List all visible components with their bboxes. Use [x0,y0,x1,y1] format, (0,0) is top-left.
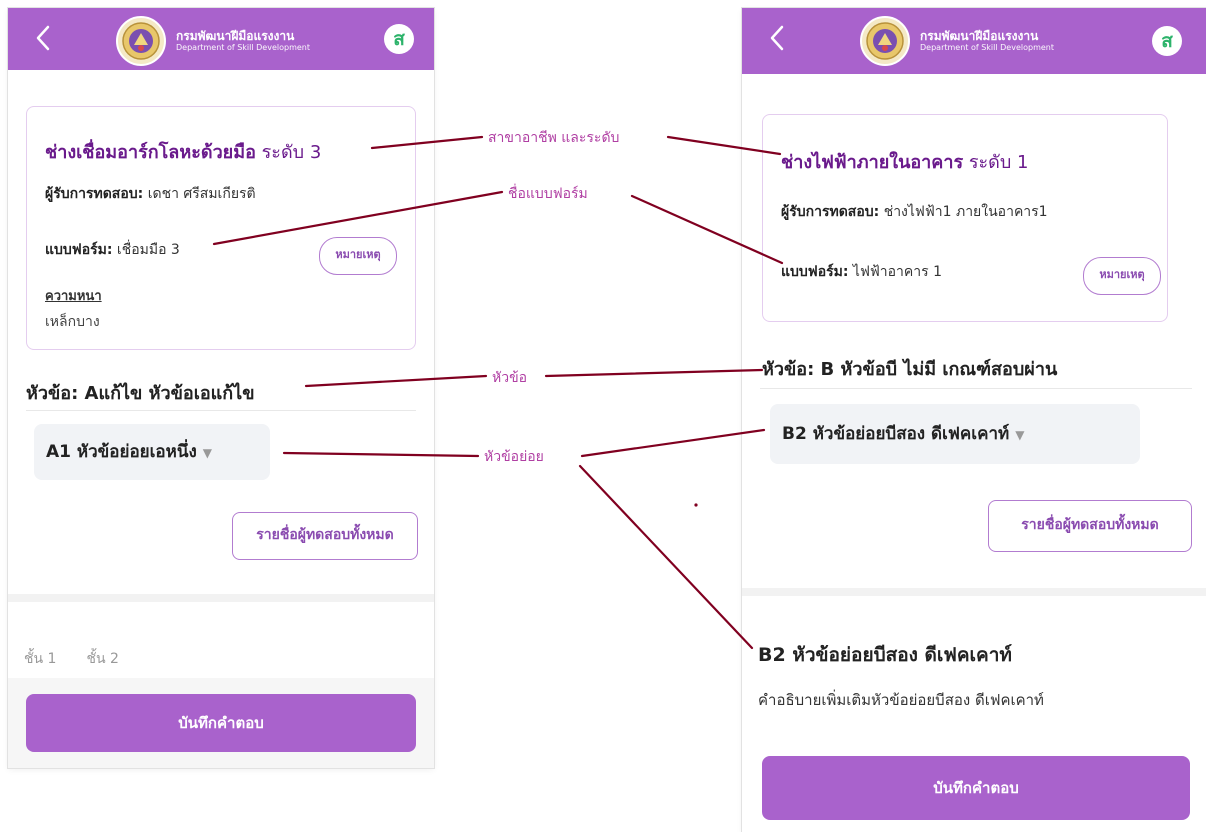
section-divider [742,588,1206,596]
annotation-subtopic: หัวข้อย่อย [480,446,548,468]
subtopic-dropdown[interactable]: B2 หัวข้อย่อยบีสอง ดีเฟคเคาท์ ▼ [770,404,1140,464]
save-answer-button[interactable]: บันทึกคำตอบ [26,694,416,752]
org-name-thai: กรมพัฒนาฝีมือแรงงาน [920,28,1039,43]
floor-tabs: ชั้น 1 ชั้น 2 [24,648,149,670]
examinee-label: ผู้รับการทดสอบ: [781,204,880,220]
subtopic-selected-value: B2 หัวข้อย่อยบีสอง ดีเฟคเคาท์ [782,424,1010,444]
remark-button[interactable]: หมายเหตุ [1083,257,1161,295]
examinee-value: เดชา ศรีสมเกียรติ [147,186,256,202]
app-bar: กรมพัฒนาฝีมือแรงงาน Department of Skill … [742,8,1206,74]
stray-dot [694,503,698,507]
subtopic-selected-value: A1 หัวข้อย่อยเอหนึ่ง [46,442,197,462]
back-arrow-icon[interactable] [32,24,56,52]
occupation-level: ระดับ 3 [261,142,322,163]
topic-heading: หัวข้อ: B หัวข้อบี ไม่มี เกณฑ์สอบผ่าน [762,359,1058,380]
divider [26,410,416,411]
department-seal-logo [860,16,910,66]
caret-down-icon: ▼ [202,446,213,460]
annotation-topic: หัวข้อ [488,367,532,389]
occupation-title: ช่างเชื่อมอาร์กโลหะด้วยมือ ระดับ 3 [45,137,321,166]
org-name-english: Department of Skill Development [920,43,1054,53]
subtopic-detail-title: B2 หัวข้อย่อยบีสอง ดีเฟคเคาท์ [758,644,1012,666]
annotation-occupation-level: สาขาอาชีพ และระดับ [484,127,624,149]
form-row: แบบฟอร์ม: ไฟฟ้าอาคาร 1 [781,261,942,283]
examinee-value: ช่างไฟฟ้า1 ภายในอาคาร1 [883,204,1048,220]
exam-info-card: ช่างไฟฟ้าภายในอาคาร ระดับ 1 ผู้รับการทดส… [762,114,1168,322]
thickness-label: ความหนา [45,289,102,304]
all-examinees-button[interactable]: รายชื่อผู้ทดสอบทั้งหมด [232,512,418,560]
occupation-title: ช่างไฟฟ้าภายในอาคาร ระดับ 1 [781,147,1028,176]
subtopic-dropdown[interactable]: A1 หัวข้อย่อยเอหนึ่ง ▼ [34,424,270,480]
form-label: แบบฟอร์ม: [781,264,849,280]
divider [760,388,1192,389]
subtopic-detail-description: คำอธิบายเพิ่มเติมหัวข้อย่อยบีสอง ดีเฟคเค… [758,691,1044,709]
back-arrow-icon[interactable] [766,24,790,52]
occupation-name: ช่างเชื่อมอาร์กโลหะด้วยมือ [45,142,256,163]
remark-button[interactable]: หมายเหตุ [319,237,397,275]
examinee-row: ผู้รับการทดสอบ: เดชา ศรีสมเกียรติ [45,183,256,205]
user-avatar[interactable]: ส [1152,26,1182,56]
connector-topic-right [544,368,764,378]
occupation-level: ระดับ 1 [968,152,1029,173]
exam-info-card: ช่างเชื่อมอาร์กโลหะด้วยมือ ระดับ 3 ผู้รั… [26,106,416,350]
occupation-name: ช่างไฟฟ้าภายในอาคาร [781,152,964,173]
left-phone-screen: กรมพัฒนาฝีมือแรงงาน Department of Skill … [8,8,434,768]
form-row: แบบฟอร์ม: เชื่อมมือ 3 [45,239,180,261]
org-name-english: Department of Skill Development [176,43,310,53]
topic-heading: หัวข้อ: Aแก้ไข หัวข้อเอแก้ไข [26,383,255,404]
form-label: แบบฟอร์ม: [45,242,113,258]
org-name-thai: กรมพัฒนาฝีมือแรงงาน [176,28,295,43]
tab-floor-2[interactable]: ชั้น 2 [86,651,118,667]
tab-floor-1[interactable]: ชั้น 1 [24,651,56,667]
section-divider [8,594,434,602]
annotation-form-name: ชื่อแบบฟอร์ม [504,183,592,205]
department-seal-logo [116,16,166,66]
form-value: เชื่อมมือ 3 [116,242,180,258]
thickness-value: เหล็กบาง [45,314,100,330]
examinee-label: ผู้รับการทดสอบ: [45,186,144,202]
org-branding: กรมพัฒนาฝีมือแรงงาน Department of Skill … [116,16,310,66]
connector-subtopic-detail [578,464,754,650]
caret-down-icon: ▼ [1015,428,1025,442]
connector-subtopic-right [580,428,766,458]
save-answer-button[interactable]: บันทึกคำตอบ [762,756,1190,820]
app-bar: กรมพัฒนาฝีมือแรงงาน Department of Skill … [8,8,434,70]
user-avatar[interactable]: ส [384,24,414,54]
right-phone-screen: กรมพัฒนาฝีมือแรงงาน Department of Skill … [742,8,1206,832]
form-value: ไฟฟ้าอาคาร 1 [852,264,943,280]
examinee-row: ผู้รับการทดสอบ: ช่างไฟฟ้า1 ภายในอาคาร1 [781,201,1048,223]
all-examinees-button[interactable]: รายชื่อผู้ทดสอบทั้งหมด [988,500,1192,552]
org-branding: กรมพัฒนาฝีมือแรงงาน Department of Skill … [860,16,1054,66]
